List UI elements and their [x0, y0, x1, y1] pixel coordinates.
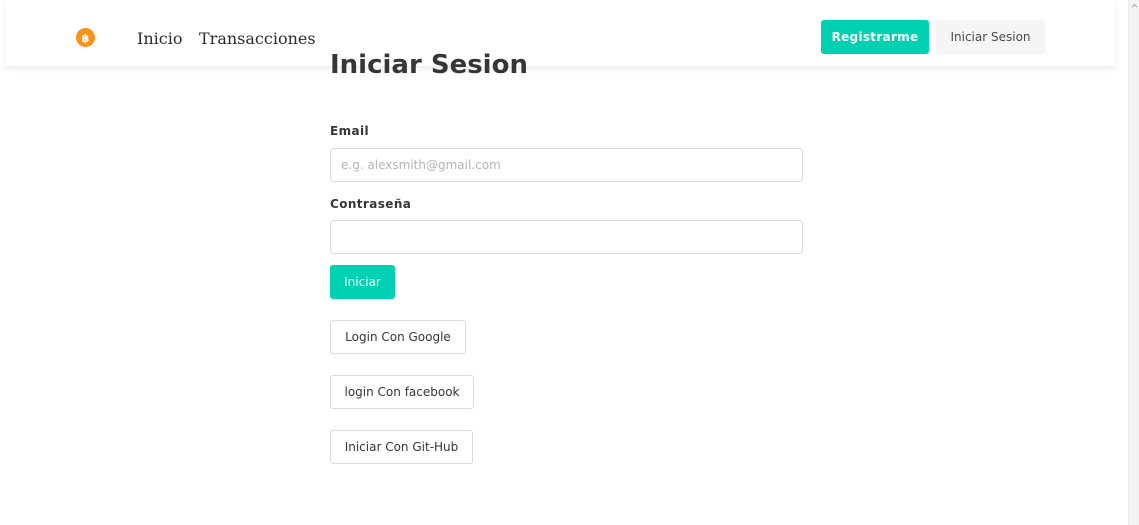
scroll-up-icon[interactable]	[1131, 2, 1138, 9]
google-login-button[interactable]: Login Con Google	[330, 320, 466, 354]
nav-link-transacciones[interactable]: Transacciones	[199, 29, 316, 49]
page-title: Iniciar Sesion	[330, 50, 528, 80]
login-nav-button[interactable]: Iniciar Sesion	[936, 20, 1045, 54]
password-field[interactable]	[330, 220, 803, 254]
github-login-button[interactable]: Iniciar Con Git-Hub	[330, 430, 473, 464]
register-button[interactable]: Registrarme	[821, 20, 929, 54]
email-label: Email	[330, 124, 370, 138]
navbar: ฿ Inicio Transacciones Registrarme Inici…	[6, 0, 1115, 66]
bitcoin-icon[interactable]: ฿	[76, 28, 95, 47]
svg-text:฿: ฿	[82, 32, 90, 44]
scrollbar[interactable]	[1128, 0, 1139, 525]
password-label: Contraseña	[330, 197, 412, 211]
page: ฿ Inicio Transacciones Registrarme Inici…	[0, 0, 1139, 525]
facebook-login-button[interactable]: login Con facebook	[330, 375, 474, 409]
nav-link-inicio[interactable]: Inicio	[137, 29, 182, 49]
email-field[interactable]	[330, 148, 803, 182]
submit-button[interactable]: Iniciar	[330, 265, 395, 299]
